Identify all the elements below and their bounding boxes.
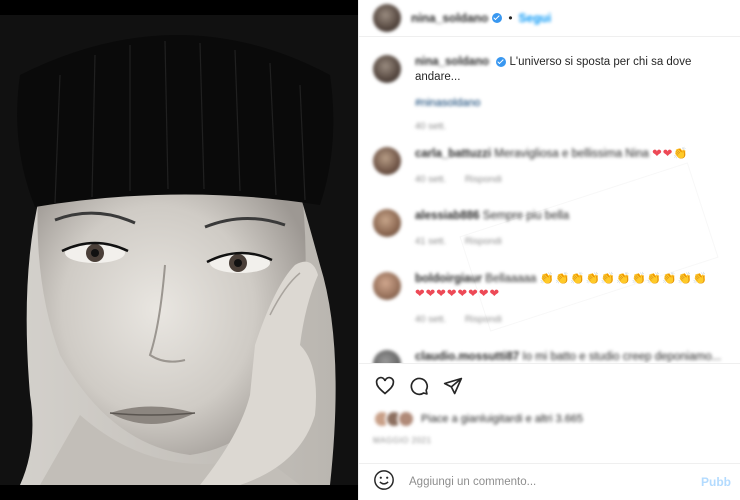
comments-list[interactable]: nina_soldano L'universo si sposta per ch…	[359, 37, 740, 363]
comment-composer: Pubb	[359, 463, 740, 500]
comment-item: claudio.mossutti87 Io mi batto e studio …	[373, 350, 725, 363]
verified-badge-icon	[496, 56, 507, 67]
comment-item: boldoirgiaur Bellaaaaa 👏👏👏👏👏👏👏👏👏👏👏 ❤❤❤❤❤…	[373, 272, 725, 325]
comment-username[interactable]: alessiab886	[415, 210, 480, 222]
comment-username[interactable]: boldoirgiaur	[415, 273, 482, 285]
comment-avatar[interactable]	[373, 147, 401, 175]
heart-outline-icon[interactable]	[373, 374, 397, 398]
post-photo[interactable]	[0, 15, 358, 485]
liker-avatar	[397, 410, 415, 428]
post-actions	[359, 363, 740, 408]
heart-emoji: ❤❤	[652, 148, 674, 160]
paper-plane-icon[interactable]	[441, 374, 465, 398]
author-avatar[interactable]	[373, 4, 401, 32]
caption-hashtag[interactable]: #ninasoldano	[415, 97, 725, 109]
header-separator: •	[508, 11, 513, 25]
comment-username[interactable]: carla_battuzzi	[415, 148, 491, 160]
comment-bubble-icon[interactable]	[407, 374, 431, 398]
caption-username[interactable]: nina_soldano	[415, 56, 489, 68]
smiley-face-icon[interactable]	[373, 469, 395, 496]
comment-avatar[interactable]	[373, 209, 401, 237]
follow-button[interactable]: Segui	[519, 11, 552, 25]
photo-top-bar	[0, 0, 358, 15]
caption-time: 40 sett.	[415, 121, 447, 132]
comment-text: Meravigliosa e bellissima Nina	[494, 148, 649, 160]
clap-emoji: 👏	[673, 148, 689, 160]
caption-item: nina_soldano L'universo si sposta per ch…	[373, 55, 725, 132]
caption-avatar[interactable]	[373, 55, 401, 83]
comment-input[interactable]	[409, 476, 679, 488]
heart-emoji: ❤❤❤❤❤❤❤❤	[415, 288, 501, 300]
clap-emoji: 👏👏👏👏👏👏👏👏👏👏👏	[539, 273, 709, 285]
comment-text: Bellaaaaa	[485, 273, 537, 285]
post-photo-panel	[0, 0, 358, 500]
reply-button[interactable]: Rispondi	[465, 314, 502, 325]
comment-time: 40 sett.	[415, 314, 447, 325]
comment-username[interactable]: claudio.mossutti87	[415, 351, 519, 363]
portrait-image	[0, 15, 358, 485]
reply-button[interactable]: Rispondi	[465, 236, 502, 247]
publish-button[interactable]: Pubb	[701, 475, 731, 489]
comment-item: carla_battuzzi Meravigliosa e bellissima…	[373, 147, 725, 185]
comment-avatar[interactable]	[373, 350, 401, 363]
reply-button[interactable]: Rispondi	[465, 174, 502, 185]
comment-time: 41 sett.	[415, 236, 447, 247]
likes-summary[interactable]: Piace a gianluigitardi e altri 3.665	[373, 410, 583, 428]
post-sidebar: nina_soldano • Segui nina_soldano L'univ…	[358, 0, 740, 500]
comment-text: Io mi batto e studio creep deponiamo...	[522, 351, 722, 363]
post-date: MAGGIO 2021	[373, 436, 432, 445]
verified-badge-icon	[492, 13, 503, 23]
post-header: nina_soldano • Segui	[359, 0, 740, 37]
comment-time: 40 sett.	[415, 174, 447, 185]
comment-item: alessiab886 Sempre piu bella 41 sett. Ri…	[373, 209, 725, 247]
author-username[interactable]: nina_soldano	[411, 11, 488, 25]
comment-text: Sempre piu bella	[482, 210, 570, 222]
comment-avatar[interactable]	[373, 272, 401, 300]
likes-text[interactable]: Piace a gianluigitardi e altri 3.665	[421, 413, 583, 425]
